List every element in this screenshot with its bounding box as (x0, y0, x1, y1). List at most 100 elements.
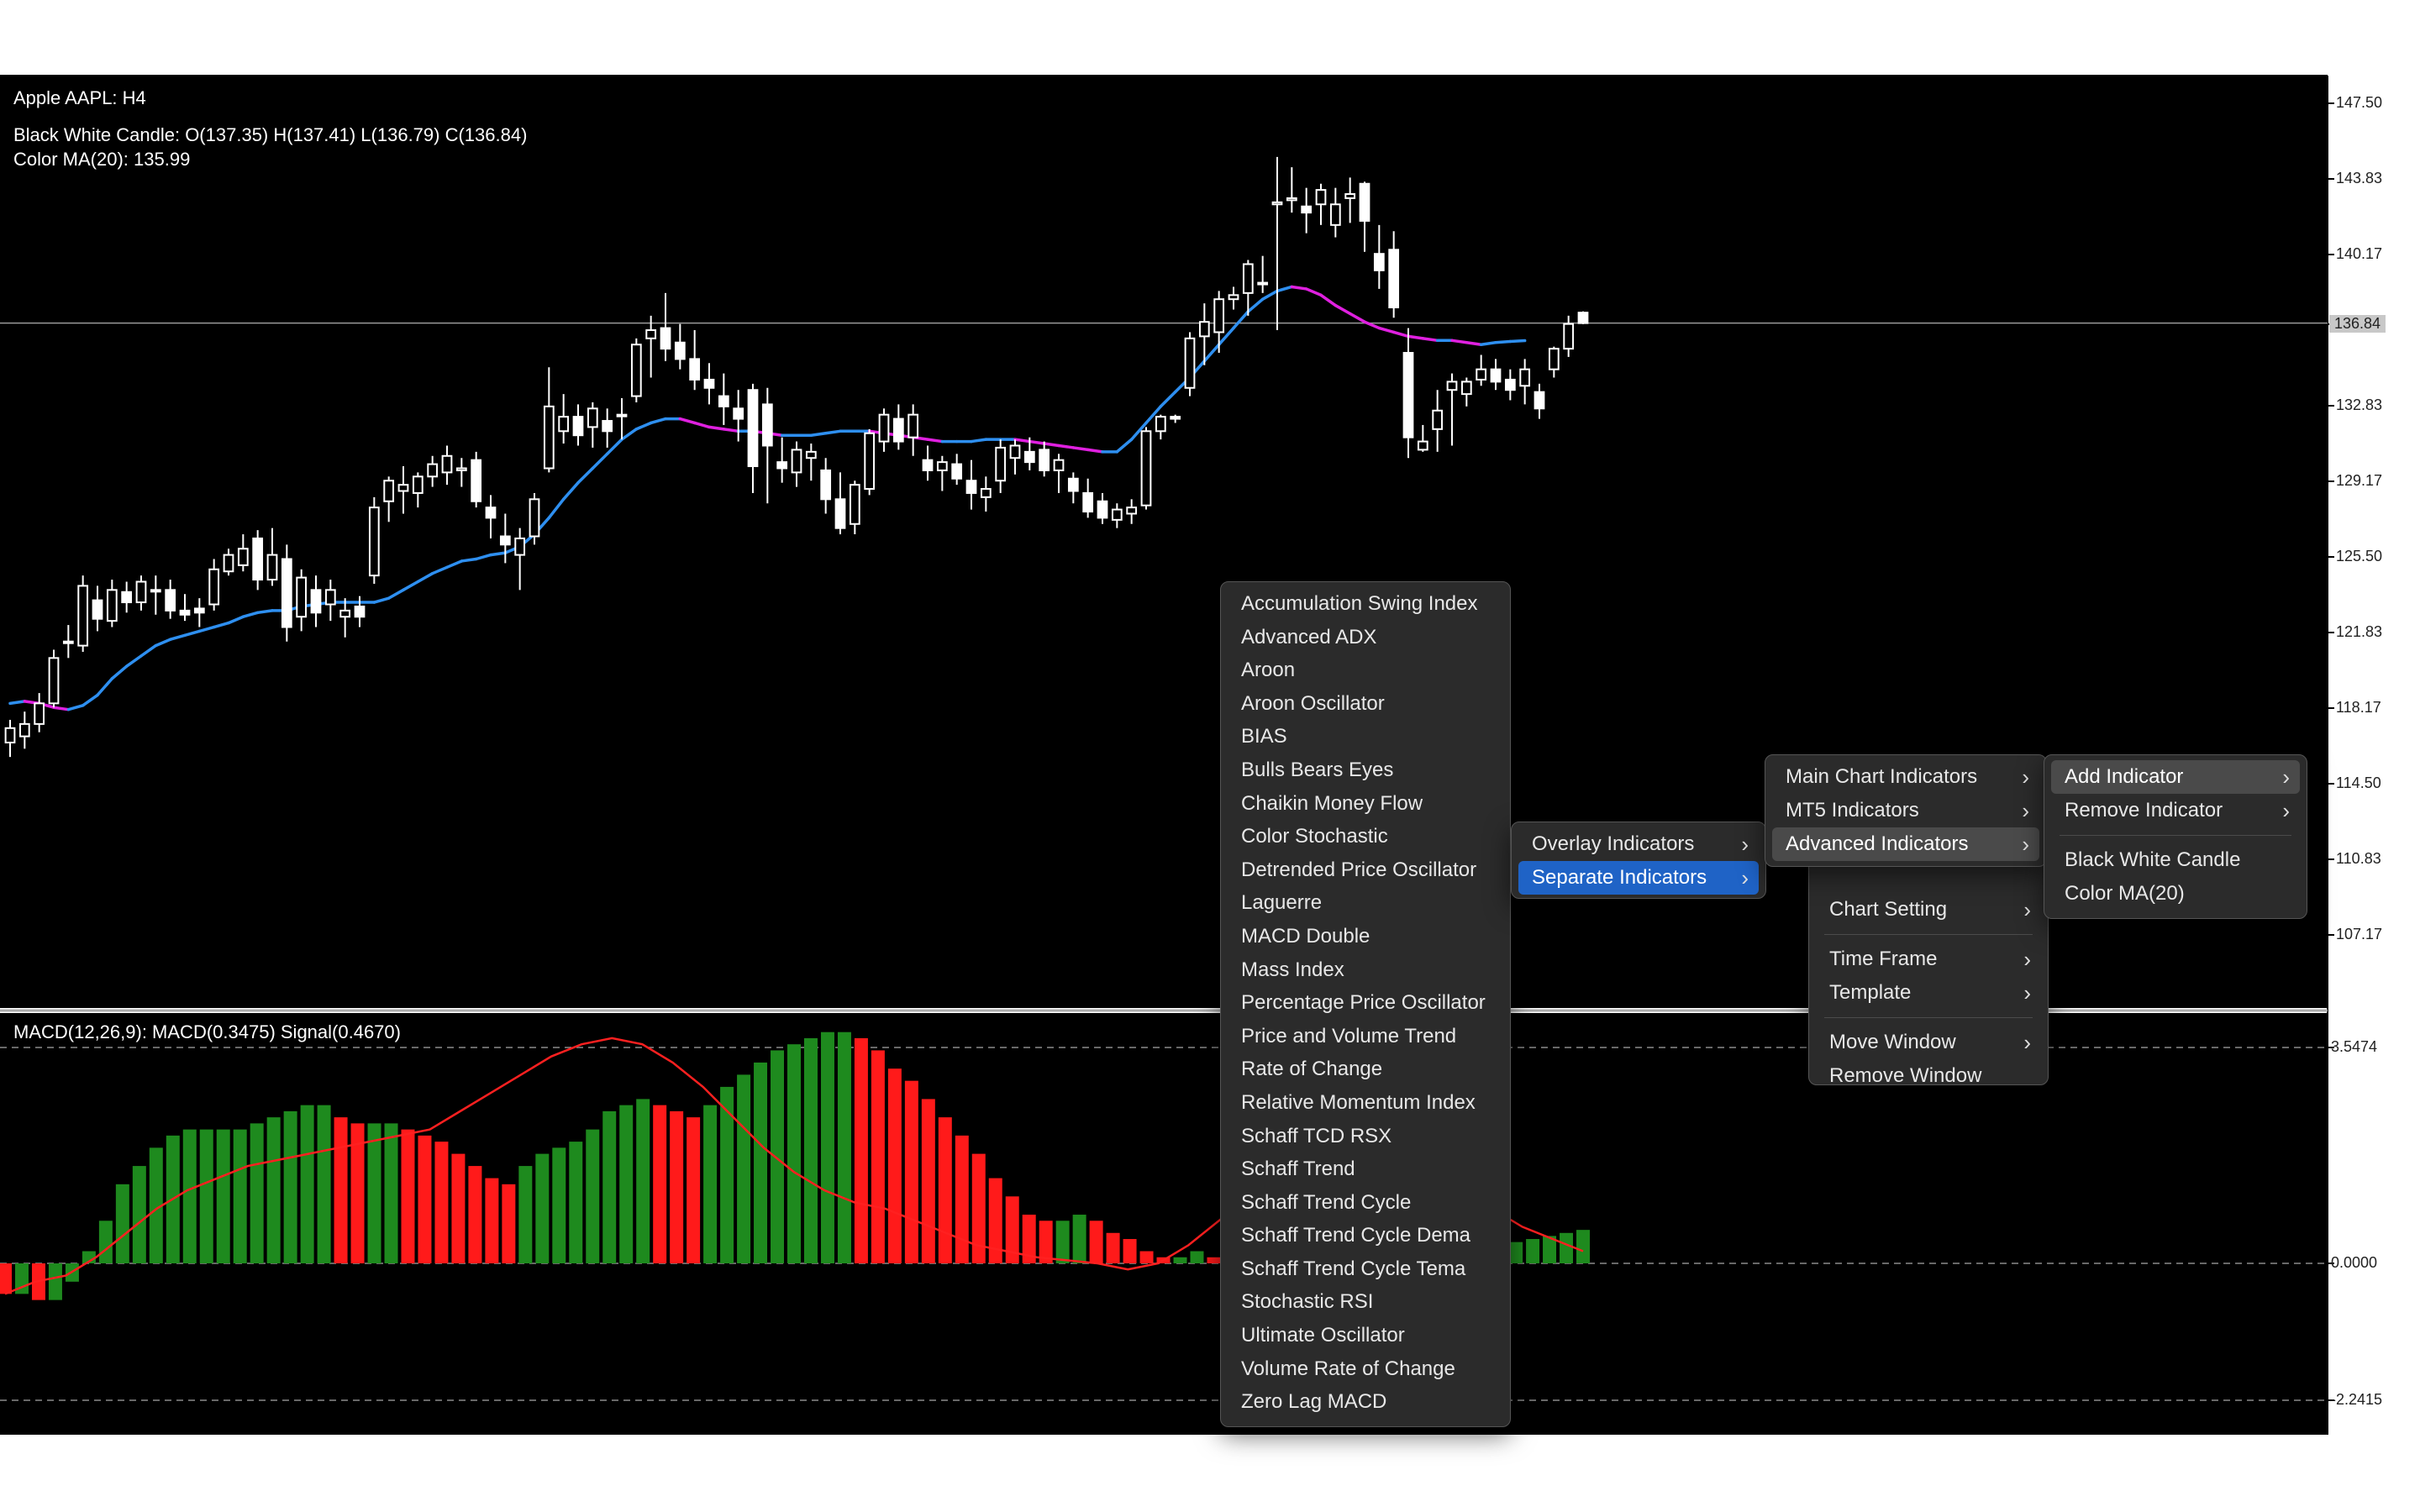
menu-separate-indicators[interactable]: Separate Indicators › (1518, 861, 1759, 895)
macd-histogram-bar (586, 1129, 600, 1263)
candle-body-bull (383, 480, 395, 502)
candle-body-bear (820, 469, 832, 501)
macd-histogram-bar (0, 1263, 12, 1294)
indicator-item[interactable]: MACD Double (1228, 920, 1503, 953)
macd-histogram-bar (653, 1105, 667, 1263)
chevron-right-icon: › (2023, 1030, 2031, 1055)
ma-line-segment (823, 429, 842, 435)
candle-body-bull (368, 507, 380, 577)
indicator-item[interactable]: Accumulation Swing Index (1228, 587, 1503, 621)
candle-body-bull (1286, 197, 1297, 202)
indicator-item[interactable]: Stochastic RSI (1228, 1285, 1503, 1319)
indicator-item[interactable]: Color Stochastic (1228, 820, 1503, 853)
candle-body-bull (529, 498, 540, 538)
indicator-item[interactable]: Laguerre (1228, 886, 1503, 920)
context-menu: Chart Setting › Time Frame › Template › … (1808, 848, 2049, 1087)
menu-black-white-candle[interactable]: Black White Candle (2051, 843, 2300, 877)
candle-body-bull (1476, 368, 1487, 381)
candle-body-bull (791, 449, 802, 474)
menu-remove-window[interactable]: Remove Window (1816, 1059, 2041, 1093)
indicator-item[interactable]: Zero Lag MACD (1228, 1385, 1503, 1419)
macd-histogram-bar (182, 1129, 197, 1263)
macd-histogram-bar (720, 1086, 734, 1263)
candle-body-bear (1097, 500, 1108, 519)
macd-histogram-bar (552, 1147, 566, 1263)
macd-histogram-bar (871, 1050, 885, 1263)
macd-histogram-bar (434, 1142, 449, 1263)
macd-histogram-bar (904, 1080, 918, 1263)
macd-histogram-bar (468, 1166, 482, 1263)
ma-line-segment (1290, 285, 1308, 291)
candle-body-bear (281, 558, 292, 628)
chevron-right-icon: › (2022, 764, 2029, 790)
menu-advanced-indicators[interactable]: Advanced Indicators › (1772, 827, 2039, 861)
indicator-item[interactable]: Schaff Trend Cycle (1228, 1186, 1503, 1220)
indicator-item[interactable]: Schaff TCD RSX (1228, 1120, 1503, 1153)
indicator-item[interactable]: Aroon Oscillator (1228, 687, 1503, 721)
candle-body-bull (455, 467, 467, 471)
candle-body-bull (339, 609, 351, 618)
macd-histogram-bar (1072, 1215, 1086, 1263)
menu-overlay-indicators[interactable]: Overlay Indicators › (1518, 827, 1759, 861)
macd-histogram-bar (887, 1068, 902, 1263)
chevron-right-icon: › (2282, 764, 2290, 790)
candle-body-bear (1170, 416, 1181, 420)
candle-body-bear (718, 395, 729, 407)
indicator-item[interactable]: Schaff Trend Cycle Dema (1228, 1219, 1503, 1252)
indicator-item[interactable]: Mass Index (1228, 953, 1503, 987)
candle-body-bear (1534, 391, 1545, 410)
menu-move-window[interactable]: Move Window › (1816, 1026, 2041, 1059)
menu-remove-indicator[interactable]: Remove Indicator › (2051, 794, 2300, 827)
candle-body-bull (514, 537, 526, 556)
macd-histogram-bar (535, 1153, 550, 1263)
trading-app: Apple AAPL: H4 Black White Candle: O(137… (0, 0, 2420, 1512)
indicator-item[interactable]: Price and Volume Trend (1228, 1020, 1503, 1053)
menu-template[interactable]: Template › (1816, 976, 2041, 1010)
candle-body-bull (1111, 508, 1123, 521)
candle-body-bear (965, 480, 977, 494)
move-window-label: Move Window (1829, 1031, 1956, 1053)
indicator-item[interactable]: Schaff Trend (1228, 1152, 1503, 1186)
menu-time-frame[interactable]: Time Frame › (1816, 942, 2041, 976)
candle-body-bull (150, 589, 161, 593)
indicator-item[interactable]: Bulls Bears Eyes (1228, 753, 1503, 787)
indicator-item[interactable]: Relative Momentum Index (1228, 1086, 1503, 1120)
macd-histogram-bar (1526, 1239, 1540, 1263)
price-axis-label: 147.50 (2336, 94, 2383, 111)
candle-body-bear (1301, 205, 1313, 214)
remove-indicator-label: Remove Indicator (2065, 799, 2223, 822)
chart-setting-label: Chart Setting (1829, 898, 1948, 921)
indicator-item[interactable]: Detrended Price Oscillator (1228, 853, 1503, 887)
candle-body-bear (179, 609, 191, 616)
indicator-item[interactable]: Aroon (1228, 654, 1503, 687)
indicator-item[interactable]: BIAS (1228, 720, 1503, 753)
indicator-item[interactable]: Rate of Change (1228, 1053, 1503, 1086)
candle-body-bull (1155, 416, 1166, 433)
indicator-item[interactable]: Schaff Trend Cycle Tema (1228, 1252, 1503, 1286)
candle-body-bull (18, 722, 30, 738)
indicator-item[interactable]: Volume Rate of Change (1228, 1352, 1503, 1386)
macd-histogram-bar (48, 1263, 62, 1300)
candle-body-bear (1490, 368, 1502, 383)
macd-histogram-bar (687, 1117, 701, 1263)
menu-chart-setting[interactable]: Chart Setting › (1816, 893, 2041, 927)
macd-histogram-bar (670, 1110, 684, 1263)
menu-main-chart-indicators[interactable]: Main Chart Indicators › (1772, 760, 2039, 794)
overlay-indicators-label: Overlay Indicators (1532, 832, 1695, 855)
candle-body-bull (1315, 189, 1327, 206)
indicator-item[interactable]: Percentage Price Oscillator (1228, 986, 1503, 1020)
macd-histogram-bar (132, 1166, 146, 1263)
indicator-item[interactable]: Chaikin Money Flow (1228, 787, 1503, 821)
candle-body-bull (1329, 203, 1341, 226)
candle-body-bull (106, 589, 118, 622)
indicator-item[interactable]: Ultimate Oscillator (1228, 1319, 1503, 1352)
candle-body-bear (471, 459, 482, 502)
candle-body-bull (1271, 201, 1283, 206)
candle-body-bear (92, 599, 103, 620)
menu-color-ma[interactable]: Color MA(20) (2051, 877, 2300, 911)
chevron-right-icon: › (1741, 832, 1749, 857)
indicator-item[interactable]: Advanced ADX (1228, 621, 1503, 654)
macd-histogram-bar (300, 1105, 314, 1263)
menu-mt5-indicators[interactable]: MT5 Indicators › (1772, 794, 2039, 827)
menu-add-indicator[interactable]: Add Indicator › (2051, 760, 2300, 794)
